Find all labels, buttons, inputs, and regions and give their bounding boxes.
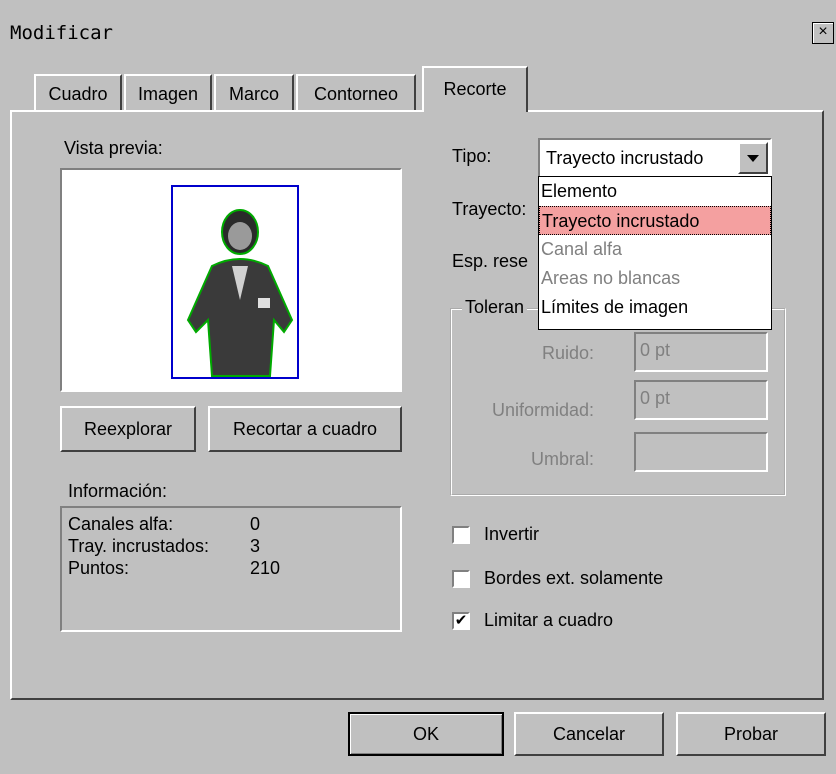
bordes-label: Bordes ext. solamente: [484, 568, 664, 588]
reexplorar-button[interactable]: Reexplorar: [60, 406, 196, 452]
preview-box: [60, 168, 402, 392]
close-button[interactable]: ×: [812, 22, 834, 44]
limitar-checkbox[interactable]: ✔: [452, 612, 470, 630]
ruido-field[interactable]: 0 pt: [634, 332, 768, 372]
probar-button[interactable]: Probar: [676, 712, 826, 756]
tipo-label: Tipo:: [452, 146, 492, 166]
limitar-label: Limitar a cuadro: [484, 610, 614, 630]
title-bar: [0, 0, 836, 60]
dropdown-option-canal-alfa: Canal alfa: [541, 239, 623, 259]
umbral-field[interactable]: [634, 432, 768, 472]
trayecto-label: Trayecto:: [452, 199, 527, 219]
tolerancia-label: Toleran: [462, 297, 528, 318]
person-figure: [186, 209, 294, 377]
dropdown-option-elemento[interactable]: Elemento: [539, 177, 771, 206]
preview-image: [171, 185, 299, 379]
ruido-label: Ruido:: [541, 343, 594, 363]
tipo-select-value: Trayecto incrustado: [546, 148, 704, 168]
dropdown-option-areas-no-blancas: Areas no blancas: [541, 268, 681, 288]
recortar-button[interactable]: Recortar a cuadro: [208, 406, 402, 452]
cancelar-button[interactable]: Cancelar: [514, 712, 664, 756]
info-label: Información:: [68, 481, 168, 501]
umbral-label: Umbral:: [530, 449, 594, 469]
dropdown-arrow-icon[interactable]: [738, 142, 768, 174]
info-box: Canales alfa: 0 Tray. incrustados: 3 Pun…: [60, 506, 402, 632]
info-row-value: 0: [250, 514, 261, 534]
preview-label: Vista previa:: [64, 138, 163, 158]
info-row-name: Puntos:: [68, 558, 130, 578]
dropdown-option-limites-de-imagen[interactable]: Límites de imagen: [539, 293, 771, 322]
tab-marco[interactable]: Marco: [214, 74, 294, 110]
tab-cuadro[interactable]: Cuadro: [34, 74, 122, 110]
invertir-checkbox[interactable]: [452, 526, 470, 544]
invertir-label: Invertir: [484, 524, 540, 544]
dropdown-option-trayecto-incrustado[interactable]: Trayecto incrustado: [539, 206, 771, 235]
tipo-dropdown-list: Elemento Trayecto incrustado Canal alfa …: [538, 176, 772, 330]
info-row-name: Tray. incrustados:: [68, 536, 210, 556]
tab-contorneo[interactable]: Contorneo: [296, 74, 416, 110]
info-row-value: 210: [250, 558, 281, 578]
tipo-select[interactable]: Trayecto incrustado: [538, 138, 772, 178]
tab-imagen[interactable]: Imagen: [124, 74, 212, 110]
uniformidad-field[interactable]: 0 pt: [634, 380, 768, 420]
tab-recorte[interactable]: Recorte: [422, 66, 528, 112]
info-row-value: 3: [250, 536, 261, 556]
uniformidad-value: 0 pt: [640, 388, 671, 408]
bordes-checkbox[interactable]: [452, 570, 470, 588]
info-row-name: Canales alfa:: [68, 514, 174, 534]
ok-button[interactable]: OK: [348, 712, 504, 756]
esp-label: Esp. rese: [452, 251, 529, 271]
window-title: Modificar: [10, 22, 113, 44]
uniformidad-label: Uniformidad:: [491, 400, 594, 420]
ruido-value: 0 pt: [640, 340, 671, 360]
